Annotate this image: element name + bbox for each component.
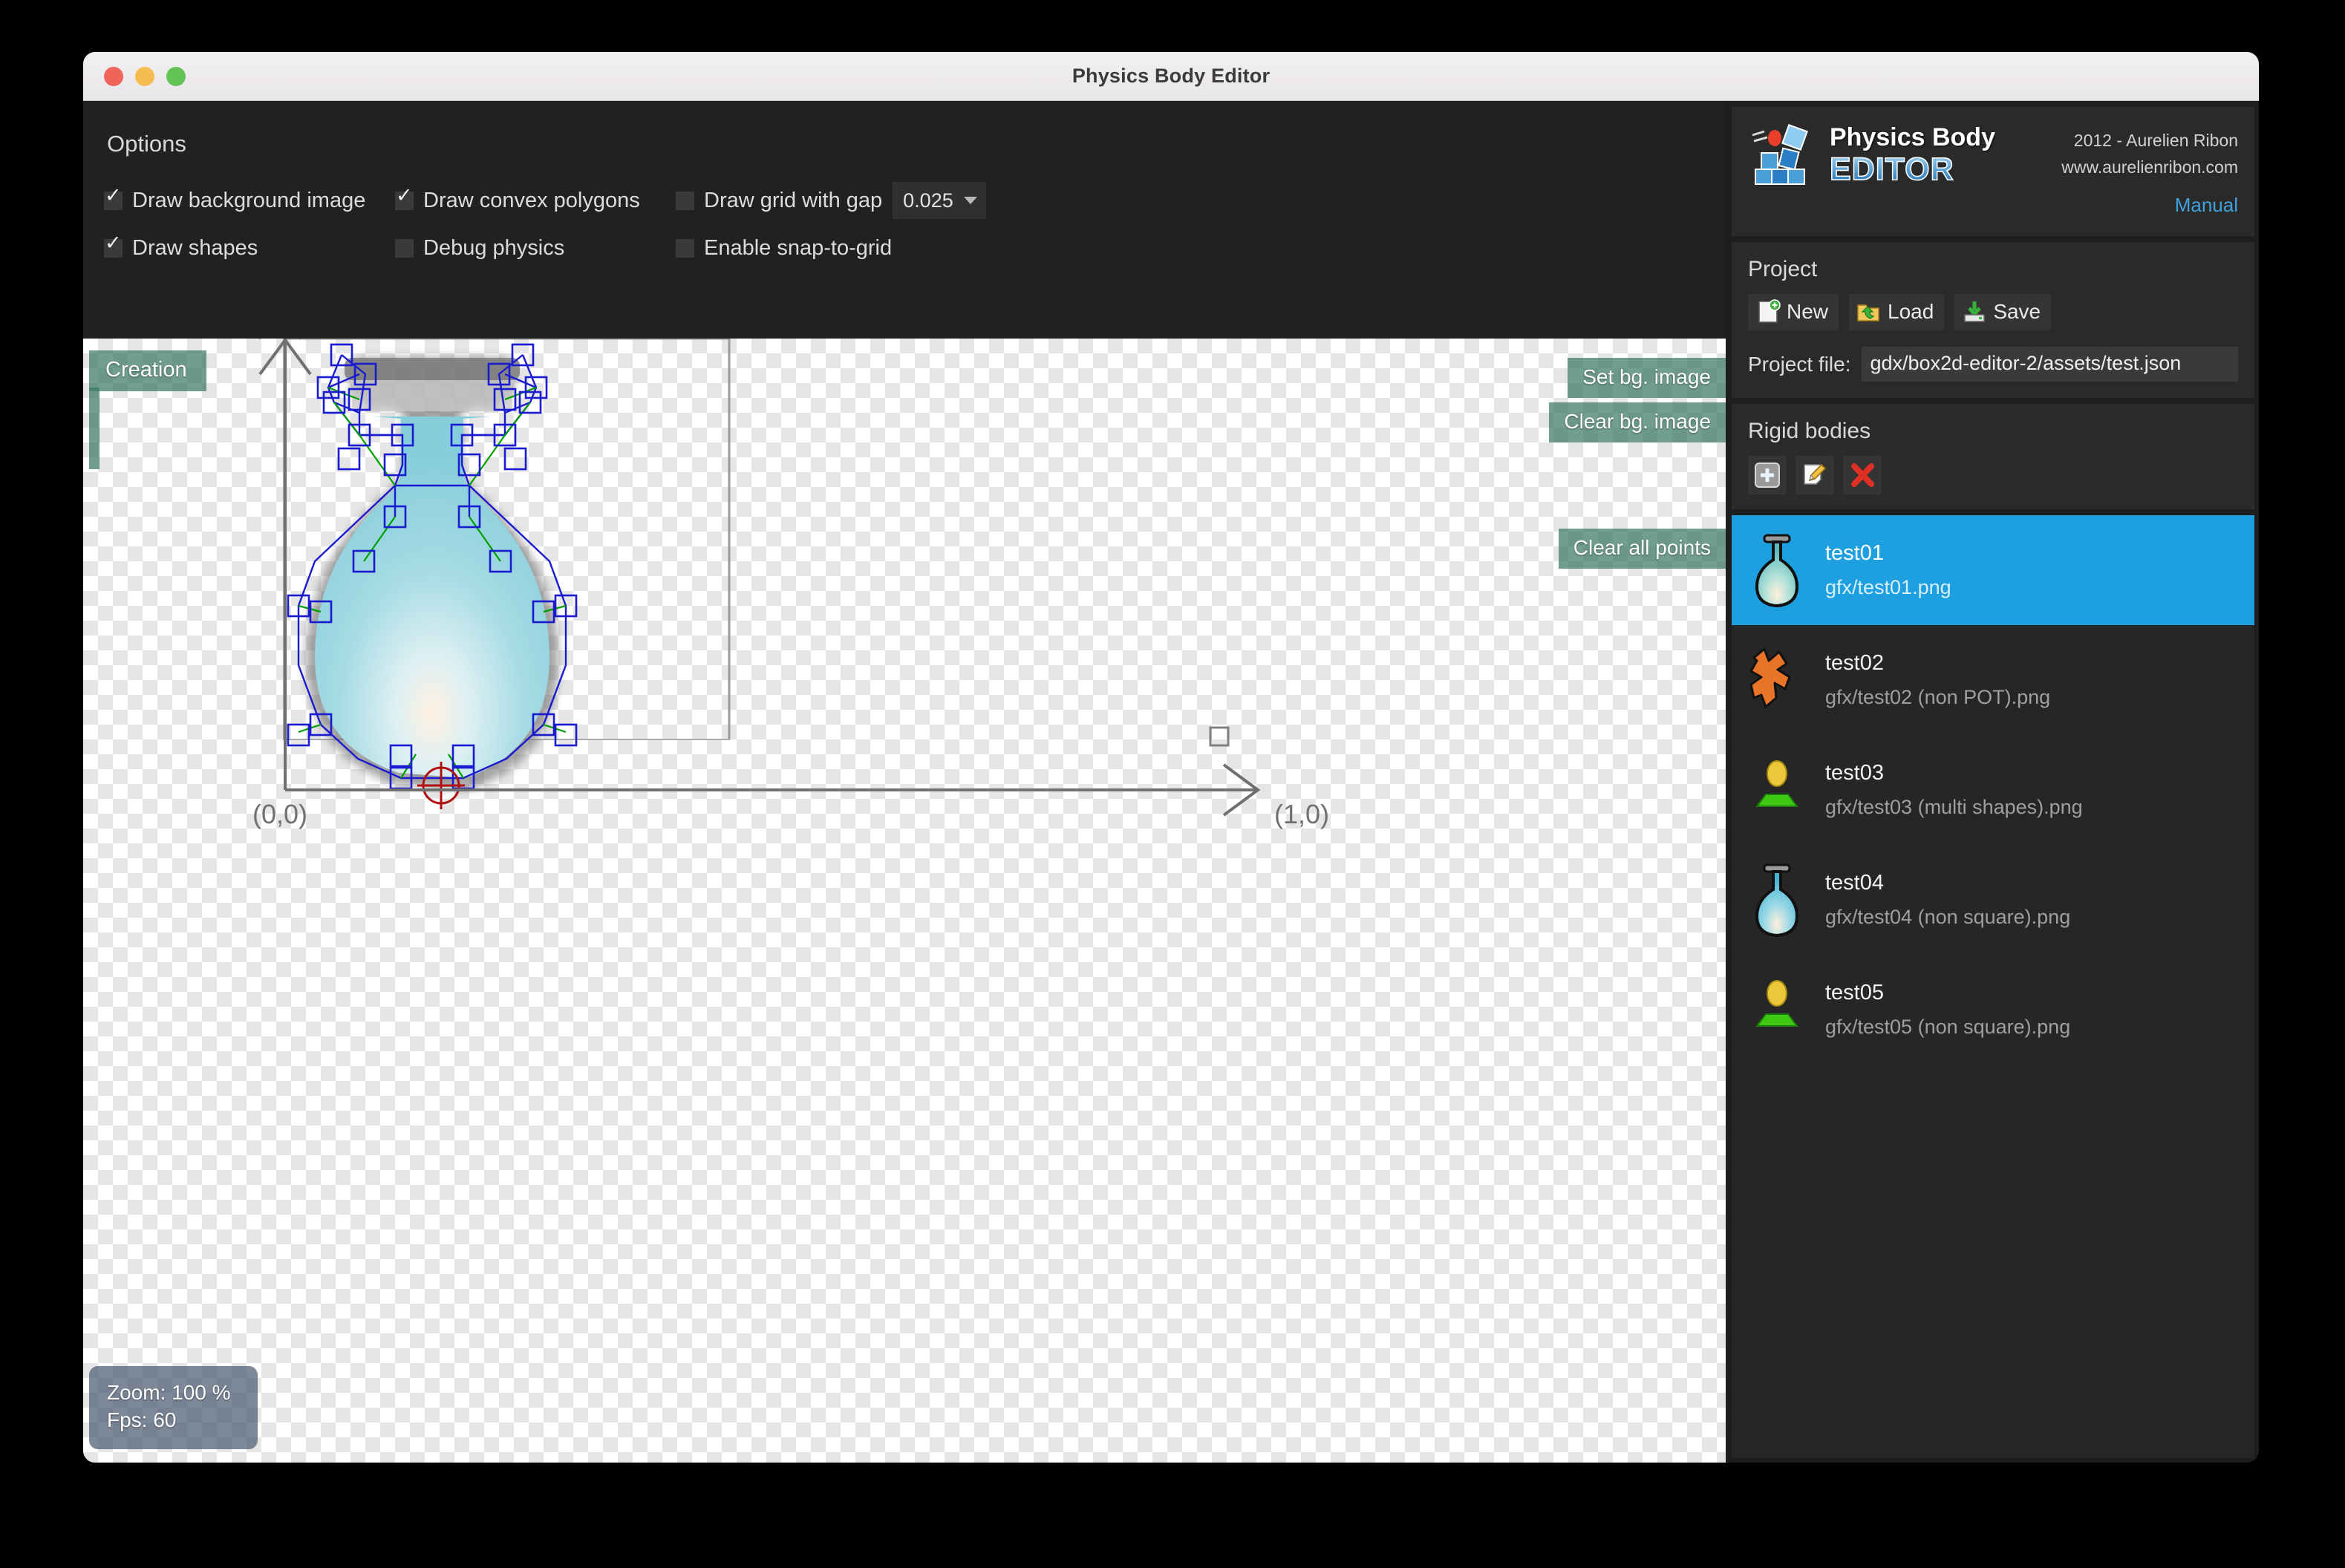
checkbox-label: Draw background image [132, 188, 366, 212]
list-item[interactable]: test01 gfx/test01.png [1732, 515, 2254, 626]
editor-canvas[interactable]: (0,1) (0,0) (1,0) Creation Set bg. image… [83, 339, 1726, 1463]
checkbox-icon[interactable] [395, 238, 414, 258]
zoom-level: Zoom: 100 % [107, 1381, 231, 1405]
list-item[interactable]: test05 gfx/test05 (non square).png [1732, 955, 2254, 1065]
grid-gap-value: 0.025 [903, 189, 953, 212]
tab-creation[interactable]: Creation [89, 350, 206, 391]
list-item[interactable]: test02 gfx/test02 (non POT).png [1732, 625, 2254, 735]
checkbox-icon[interactable] [676, 191, 694, 210]
list-item-name: test02 [1825, 651, 1884, 676]
list-item-name: test04 [1825, 871, 1884, 895]
list-item-name: test05 [1825, 981, 1884, 1005]
tab-strip [89, 388, 100, 469]
blocks-logo-icon [1752, 124, 1808, 185]
axis-label-x: (1,0) [1274, 799, 1330, 829]
pencil-edit-icon [1804, 464, 1827, 486]
thumbnail-lamp [1745, 751, 1809, 829]
checkbox-label: Debug physics [423, 235, 565, 260]
checkbox-icon[interactable] [395, 186, 414, 210]
list-item-path: gfx/test03 (multi shapes).png [1825, 796, 2083, 819]
plus-icon [1755, 463, 1780, 489]
thumbnail-blob [1745, 641, 1809, 719]
save-project-button[interactable]: Save [1954, 294, 2052, 331]
list-item[interactable]: test04 gfx/test04 (non square).png [1732, 845, 2254, 955]
credit-year: 2012 - Aurelien Ribon [2073, 131, 2238, 150]
project-title: Project [1748, 257, 1818, 282]
zoom-fps-overlay: Zoom: 100 % Fps: 60 [89, 1366, 258, 1449]
new-project-button[interactable]: New [1748, 294, 1839, 331]
new-file-icon [1758, 299, 1781, 324]
delete-rigid-body-button[interactable] [1843, 456, 1882, 495]
axis-label-origin: (0,0) [252, 799, 308, 829]
sidebar: Physics Body EDITOR 2012 - Aurelien Ribo… [1726, 101, 2259, 1463]
axis-label-y: (0,1) [252, 339, 307, 340]
checkbox-label: Draw shapes [132, 235, 258, 260]
scene-graphics [258, 339, 1261, 817]
project-file-input[interactable]: gdx/box2d-editor-2/assets/test.json [1861, 347, 2238, 382]
close-x-icon [1851, 463, 1874, 488]
load-project-button[interactable]: Load [1849, 294, 1945, 331]
app-window: Physics Body Editor Options Draw backgro… [83, 52, 2259, 1463]
thumbnail-lamp [1745, 971, 1809, 1048]
checkbox-debug-physics[interactable]: Debug physics [395, 236, 676, 261]
window-titlebar: Physics Body Editor [83, 52, 2259, 101]
edit-rigid-body-button[interactable] [1796, 456, 1834, 495]
list-item-path: gfx/test05 (non square).png [1825, 1016, 2071, 1039]
checkbox-draw-shapes[interactable]: Draw shapes [104, 233, 395, 261]
project-file-label: Project file: [1748, 352, 1851, 376]
grid-gap-dropdown[interactable]: 0.025 [893, 182, 987, 219]
options-panel: Options Draw background image Draw conve… [83, 101, 1726, 339]
vase-body [315, 416, 549, 778]
bounding-box-handle [1209, 726, 1230, 747]
manual-link[interactable]: Manual [2061, 194, 2238, 217]
new-project-label: New [1787, 300, 1829, 324]
logo-section: Physics Body EDITOR 2012 - Aurelien Ribo… [1732, 107, 2254, 237]
save-disk-icon [1964, 301, 1986, 323]
clear-bg-image-button[interactable]: Clear bg. image [1549, 402, 1726, 442]
list-item[interactable]: test03 gfx/test03 (multi shapes).png [1732, 735, 2254, 845]
logo-line1: Physics Body [1830, 123, 1995, 152]
thumbnail-vase [1745, 861, 1809, 938]
list-item-path: gfx/test02 (non POT).png [1825, 686, 2051, 709]
list-item-name: test01 [1825, 541, 1884, 566]
folder-open-icon [1857, 304, 1879, 322]
checkbox-icon[interactable] [104, 186, 123, 210]
checkbox-label: Enable snap-to-grid [704, 235, 893, 260]
checkbox-icon[interactable] [104, 233, 123, 258]
load-project-label: Load [1888, 300, 1934, 324]
checkbox-label: Draw grid with gap [704, 188, 883, 212]
checkbox-draw-grid-with-gap[interactable]: Draw grid with gap [676, 189, 882, 213]
set-bg-image-button[interactable]: Set bg. image [1568, 358, 1726, 398]
checkbox-enable-snap-to-grid[interactable]: Enable snap-to-grid [676, 236, 892, 261]
chevron-down-icon [964, 197, 978, 204]
list-item-path: gfx/test04 (non square).png [1825, 906, 2071, 929]
options-title: Options [107, 131, 186, 157]
logo-line2: EDITOR [1829, 153, 1995, 186]
credit-site: www.aurelienribon.com [2061, 157, 2238, 177]
checkbox-label: Draw convex polygons [423, 188, 640, 212]
project-section: Project New Load Save Project file: gdx/… [1732, 242, 2254, 399]
fps-counter: Fps: 60 [107, 1408, 177, 1432]
checkbox-draw-convex-polygons[interactable]: Draw convex polygons [395, 186, 676, 213]
rigid-bodies-title: Rigid bodies [1748, 419, 1871, 444]
rigid-bodies-section: Rigid bodies [1732, 404, 2254, 510]
list-item-name: test03 [1825, 761, 1884, 785]
checkbox-icon[interactable] [676, 238, 694, 258]
clear-all-points-button[interactable]: Clear all points [1558, 529, 1726, 569]
rigid-bodies-list[interactable]: test01 gfx/test01.png test02 gfx/test02 … [1732, 515, 2254, 1458]
window-title: Physics Body Editor [1072, 65, 1271, 87]
editor-main: Options Draw background image Draw conve… [83, 101, 1726, 1463]
checkbox-draw-background-image[interactable]: Draw background image [104, 186, 395, 213]
save-project-label: Save [1993, 300, 2041, 324]
thumbnail-vase [1745, 532, 1809, 609]
list-item-path: gfx/test01.png [1825, 576, 1951, 599]
add-rigid-body-button[interactable] [1748, 456, 1787, 495]
